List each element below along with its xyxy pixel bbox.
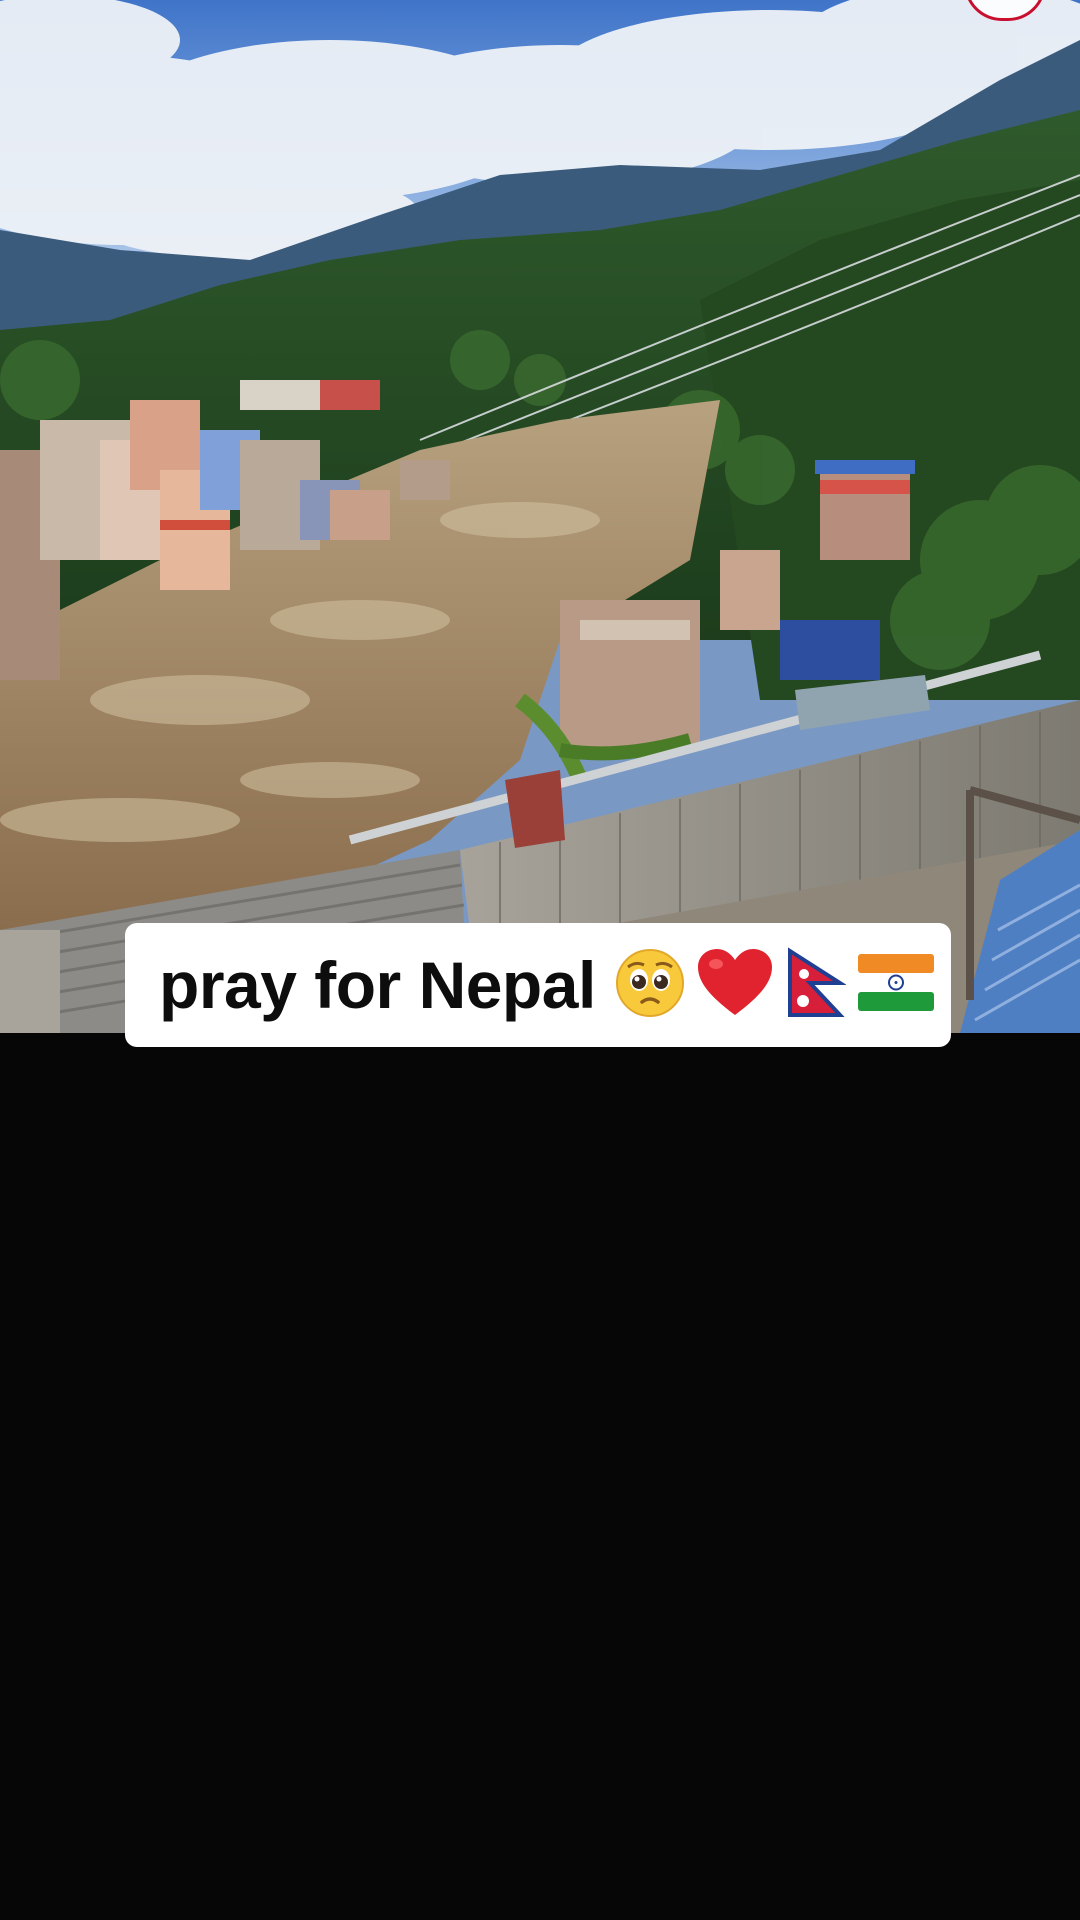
- red-heart-icon: [696, 947, 774, 1024]
- flood-scene-image: [0, 0, 1080, 1033]
- caption-sticker: pray for Nepal: [125, 923, 951, 1047]
- video-frame[interactable]: [0, 0, 1080, 1033]
- video-screen[interactable]: pray for Nepal: [0, 0, 1080, 1920]
- caption-emoji-row: [614, 946, 936, 1024]
- india-flag-icon: [856, 952, 936, 1019]
- pleading-face-icon: [614, 947, 686, 1024]
- nepal-flag-icon: [784, 946, 847, 1024]
- caption-text: pray for Nepal: [159, 948, 596, 1022]
